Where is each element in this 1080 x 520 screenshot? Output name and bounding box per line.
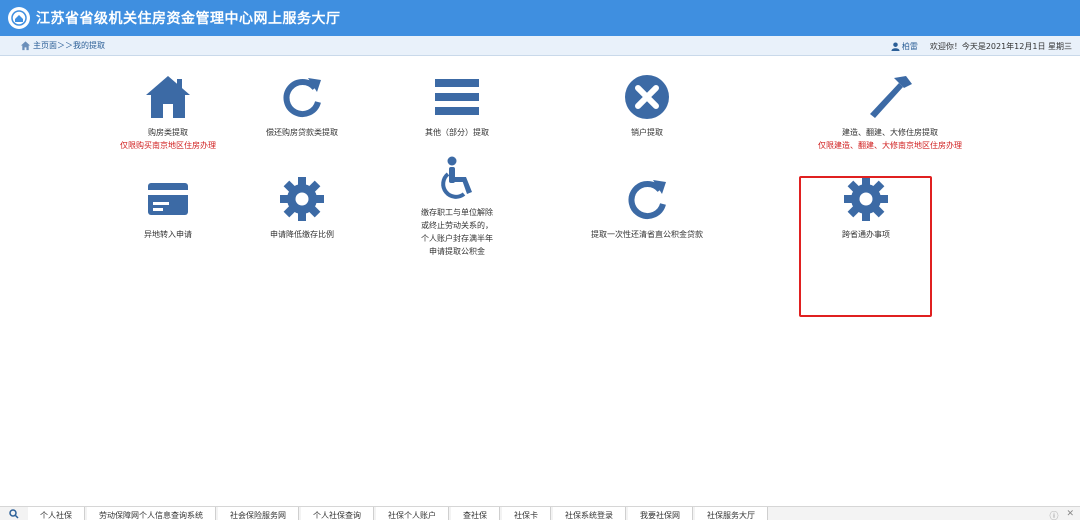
user-info: 柏雷 欢迎你！今天是2021年12月1日 星期三 bbox=[891, 36, 1072, 56]
refresh-icon bbox=[283, 78, 321, 117]
tile-label: 其他（部分）提取 bbox=[425, 128, 489, 137]
tile-note: 仅限购买南京地区住房办理 bbox=[120, 141, 216, 150]
label-line: 个人账户封存满半年 bbox=[421, 234, 493, 243]
taskbar-end-icons: ⓘ ✕ bbox=[1049, 509, 1074, 520]
taskbar-tab[interactable]: 我要社保网 bbox=[628, 507, 693, 520]
bottom-taskbar: 个人社保 劳动保障网个人信息查询系统 社会保险服务网 个人社保查询 社保个人账户… bbox=[0, 506, 1080, 520]
hammer-icon bbox=[870, 76, 912, 118]
tile-note: 仅限建造、翻建、大修南京地区住房办理 bbox=[818, 141, 962, 150]
card-icon bbox=[148, 183, 188, 215]
taskbar-tab[interactable]: 社会保险服务网 bbox=[218, 507, 299, 520]
tile-other-withdrawal[interactable]: 其他（部分）提取 bbox=[401, 74, 513, 139]
tile-label: 建造、翻建、大修住房提取 bbox=[842, 128, 938, 137]
tile-loan-repayment-withdrawal[interactable]: 偿还购房贷款类提取 bbox=[246, 74, 358, 139]
emblem-icon bbox=[8, 7, 30, 29]
taskbar-tab[interactable]: 个人社保 bbox=[28, 507, 85, 520]
user-icon bbox=[891, 41, 900, 51]
taskbar-tab[interactable]: 劳动保障网个人信息查询系统 bbox=[87, 507, 216, 520]
tile-termination-withdrawal[interactable]: 缴存职工与单位解除 或终止劳动关系的， 个人账户封存满半年 申请提取公积金 bbox=[401, 156, 513, 258]
page-title: 江苏省省级机关住房资金管理中心网上服务大厅 bbox=[36, 11, 341, 27]
wheelchair-icon bbox=[441, 156, 472, 199]
tile-build-renovate-withdrawal[interactable]: 建造、翻建、大修住房提取 仅限建造、翻建、大修南京地区住房办理 bbox=[800, 74, 980, 152]
close-circle-icon bbox=[625, 75, 669, 119]
tile-purchase-withdrawal[interactable]: 购房类提取 仅限购买南京地区住房办理 bbox=[112, 74, 224, 152]
tile-label: 销户提取 bbox=[631, 128, 663, 137]
user-name[interactable]: 柏雷 bbox=[902, 41, 918, 52]
menu-bars-icon bbox=[435, 79, 479, 115]
taskbar-tab[interactable]: 社保卡 bbox=[502, 507, 551, 520]
tile-repay-provincial-loan[interactable]: 提取一次性还清省直公积金贷款 bbox=[571, 176, 723, 241]
tile-transfer-in-application[interactable]: 异地转入申请 bbox=[112, 182, 224, 241]
house-icon bbox=[146, 76, 190, 118]
label-line: 申请提取公积金 bbox=[429, 247, 485, 256]
taskbar-tab[interactable]: 社保服务大厅 bbox=[695, 507, 768, 520]
tile-label: 提取一次性还清省直公积金贷款 bbox=[591, 230, 703, 239]
tile-label: 购房类提取 bbox=[148, 128, 188, 137]
tile-account-closure-withdrawal[interactable]: 销户提取 bbox=[591, 74, 703, 139]
home-icon[interactable] bbox=[20, 40, 31, 51]
taskbar-tab[interactable]: 社保系统登录 bbox=[553, 507, 626, 520]
tile-label: 申请降低缴存比例 bbox=[270, 230, 334, 239]
info-icon[interactable]: ⓘ bbox=[1049, 509, 1058, 520]
label-line: 缴存职工与单位解除 bbox=[421, 208, 493, 217]
taskbar-tab[interactable]: 个人社保查询 bbox=[301, 507, 374, 520]
tile-label: 偿还购房贷款类提取 bbox=[266, 128, 338, 137]
greeting-text: 欢迎你！今天是2021年12月1日 星期三 bbox=[929, 41, 1072, 51]
label-line: 或终止劳动关系的， bbox=[421, 221, 493, 230]
refresh-icon bbox=[628, 180, 666, 219]
search-icon[interactable] bbox=[0, 507, 28, 520]
breadcrumb-bar: 主页面＞＞我的提取 柏雷 欢迎你！今天是2021年12月1日 星期三 bbox=[0, 36, 1080, 56]
taskbar-tab[interactable]: 社保个人账户 bbox=[376, 507, 449, 520]
function-grid: 购房类提取 仅限购买南京地区住房办理 偿还购房贷款类提取 其他（部分）提取 销户… bbox=[0, 56, 1080, 506]
tile-label: 异地转入申请 bbox=[144, 230, 192, 239]
highlight-box bbox=[799, 176, 932, 317]
tile-reduce-contribution-ratio[interactable]: 申请降低缴存比例 bbox=[246, 176, 358, 241]
gear-icon bbox=[280, 177, 324, 221]
tile-label-multiline: 缴存职工与单位解除 或终止劳动关系的， 个人账户封存满半年 申请提取公积金 bbox=[421, 206, 493, 258]
breadcrumb-text[interactable]: 主页面＞＞我的提取 bbox=[33, 40, 105, 51]
close-icon[interactable]: ✕ bbox=[1066, 509, 1074, 520]
title-bar: 江苏省省级机关住房资金管理中心网上服务大厅 bbox=[0, 0, 1080, 36]
breadcrumb: 主页面＞＞我的提取 bbox=[0, 40, 105, 51]
taskbar-tab[interactable]: 查社保 bbox=[451, 507, 500, 520]
